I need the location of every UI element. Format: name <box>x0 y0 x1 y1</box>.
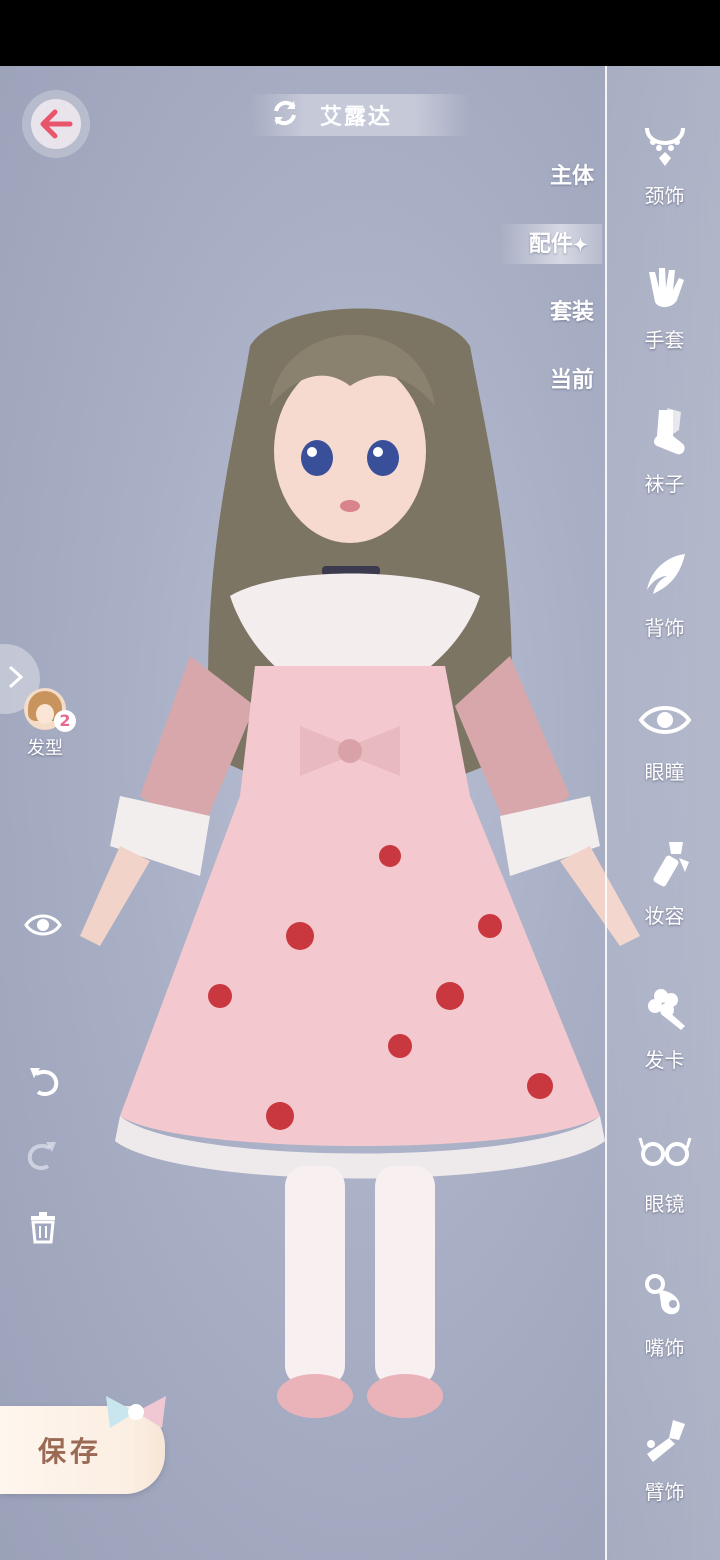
tab-main[interactable]: 主体 <box>550 156 602 196</box>
rail-item-gloves[interactable]: 手套 <box>607 258 720 378</box>
necklace-icon <box>635 114 695 174</box>
rail-item-glasses[interactable]: 眼镜 <box>607 1122 720 1242</box>
rail-item-socks[interactable]: 袜子 <box>607 402 720 522</box>
rail-item-back[interactable]: 背饰 <box>607 546 720 666</box>
hairclip-icon <box>635 978 695 1038</box>
rail-item-necklace[interactable]: 颈饰 <box>607 114 720 234</box>
redo-icon <box>26 1138 60 1176</box>
status-bar <box>0 0 720 66</box>
hairstyle-count-badge: 2 <box>54 710 76 732</box>
wing-icon <box>635 546 695 606</box>
makeup-icon <box>635 834 695 894</box>
tab-current[interactable]: 当前 <box>550 360 602 400</box>
character-switch[interactable]: 艾露达 <box>250 94 470 136</box>
rail-label-makeup: 妆容 <box>644 904 685 928</box>
rail-label-socks: 袜子 <box>644 472 685 496</box>
rail-item-eyes[interactable]: 眼瞳 <box>607 690 720 810</box>
tab-accessories[interactable]: 配件✦ <box>498 224 602 264</box>
trash-icon <box>28 1210 58 1248</box>
undo-button[interactable] <box>22 1062 64 1104</box>
rail-label-back: 背饰 <box>644 616 685 640</box>
character-name: 艾露达 <box>320 105 393 130</box>
sparkle-icon: ✦ <box>572 235 588 256</box>
save-label: 保存 <box>38 1435 103 1468</box>
tab-outfits[interactable]: 套装 <box>550 292 602 332</box>
refresh-icon <box>270 98 300 132</box>
rail-item-makeup[interactable]: 妆容 <box>607 834 720 954</box>
bow-decoration-icon <box>100 1388 172 1440</box>
rail-label-arm: 臂饰 <box>644 1480 685 1504</box>
armband-icon <box>635 1410 695 1470</box>
eye-icon <box>635 690 695 750</box>
save-button[interactable]: 保存 <box>0 1396 166 1494</box>
delete-button[interactable] <box>22 1208 64 1250</box>
redo-button[interactable] <box>22 1136 64 1178</box>
hairstyle-button[interactable]: 2 发型 <box>14 688 76 760</box>
rail-label-mouth: 嘴饰 <box>644 1336 685 1360</box>
accessory-rail[interactable]: 颈饰 手套 袜子 背饰 眼瞳 妆容 发卡 眼镜 嘴饰 臂饰 <box>605 66 720 1560</box>
dressing-stage: 艾露达 主体 配件✦ 套装 当前 颈饰 手套 袜子 背饰 眼瞳 妆容 发卡 眼镜… <box>0 66 720 1560</box>
undo-icon <box>26 1064 60 1102</box>
rail-label-hairclip: 发卡 <box>644 1048 685 1072</box>
eye-visibility-icon <box>24 911 62 943</box>
hairstyle-label: 发型 <box>27 738 63 759</box>
back-button[interactable] <box>22 90 90 158</box>
rail-item-mouth[interactable]: 嘴饰 <box>607 1266 720 1386</box>
rail-label-necklace: 颈饰 <box>644 184 685 208</box>
rail-item-hairclip[interactable]: 发卡 <box>607 978 720 1098</box>
category-tabs: 主体 配件✦ 套装 当前 <box>498 156 602 400</box>
sock-icon <box>635 402 695 462</box>
pacifier-icon <box>635 1266 695 1326</box>
rail-label-eyes: 眼瞳 <box>644 760 685 784</box>
rail-item-arm[interactable]: 臂饰 <box>607 1410 720 1530</box>
glove-icon <box>635 258 695 318</box>
rail-label-glasses: 眼镜 <box>644 1192 685 1216</box>
rail-label-gloves: 手套 <box>644 328 685 352</box>
tab-accessories-label: 配件 <box>528 231 573 257</box>
glasses-icon <box>635 1122 695 1182</box>
back-arrow-icon <box>31 99 81 149</box>
visibility-toggle[interactable] <box>22 906 64 948</box>
character-model[interactable] <box>40 236 660 1436</box>
